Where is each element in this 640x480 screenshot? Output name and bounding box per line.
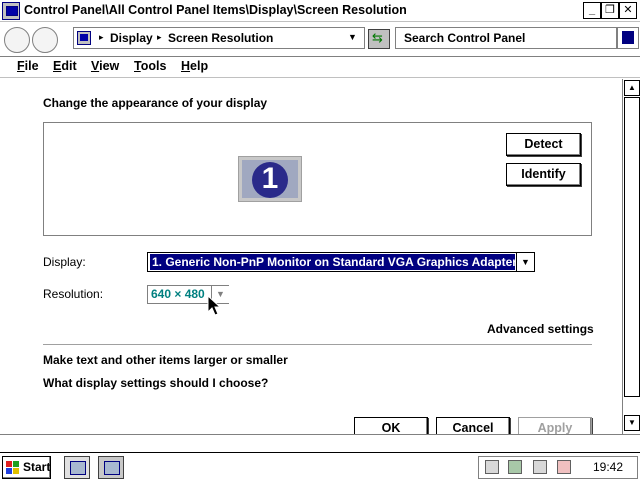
logo-blue xyxy=(6,468,12,474)
logo-green xyxy=(13,461,19,467)
title-bar[interactable]: Control Panel\All Control Panel Items\Di… xyxy=(0,0,640,22)
back-button[interactable] xyxy=(4,27,30,53)
detect-button[interactable]: Detect xyxy=(506,133,581,156)
search-icon[interactable] xyxy=(617,27,639,49)
menu-tools-accel: T xyxy=(134,59,141,73)
chevron-down-icon[interactable]: ▼ xyxy=(516,253,534,271)
taskbar-control-panel-icon[interactable] xyxy=(98,456,124,479)
menu-help-accel: H xyxy=(181,59,191,73)
scroll-down-icon[interactable]: ▼ xyxy=(624,415,640,431)
display-tray-icon[interactable] xyxy=(533,460,547,474)
monitor-number: 1 xyxy=(261,162,279,195)
display-dropdown[interactable]: 1. Generic Non-PnP Monitor on Standard V… xyxy=(147,252,535,272)
menu-edit-rest: dit xyxy=(61,59,77,73)
window-title: Control Panel\All Control Panel Items\Di… xyxy=(24,3,407,17)
display-settings-help-link[interactable]: What display settings should I choose? xyxy=(43,376,268,390)
address-dropdown-icon[interactable]: ▼ xyxy=(348,32,357,42)
menu-file-accel: F xyxy=(17,59,25,73)
refresh-icon[interactable] xyxy=(368,29,390,49)
menu-view-accel: V xyxy=(91,59,100,73)
taskbar-app-icon[interactable] xyxy=(64,456,90,479)
screen-resolution-panel: Change the appearance of your display 1 … xyxy=(0,79,622,440)
resolution-selected-value: 640 × 480 xyxy=(151,287,205,301)
logo-red xyxy=(6,461,12,467)
status-bar xyxy=(0,434,640,452)
breadcrumb-separator-icon[interactable]: ▸ xyxy=(157,32,162,43)
start-label: Start xyxy=(23,460,51,474)
breadcrumb-screen-resolution[interactable]: Screen Resolution xyxy=(168,31,273,45)
monitor-preview-area: 1 Detect Identify xyxy=(43,122,592,236)
windows-logo-icon xyxy=(6,461,20,474)
display-selected-value: 1. Generic Non-PnP Monitor on Standard V… xyxy=(150,254,515,270)
menu-help-rest: elp xyxy=(190,59,209,73)
menu-help[interactable]: Help xyxy=(181,59,208,73)
network-icon[interactable] xyxy=(508,460,522,474)
scroll-thumb[interactable] xyxy=(624,97,640,397)
logo-yellow xyxy=(13,468,19,474)
display-label: Display: xyxy=(43,255,86,269)
breadcrumb-separator-icon[interactable]: ▸ xyxy=(99,32,104,43)
mouse-cursor-icon xyxy=(207,295,221,316)
system-tray: 19:42 xyxy=(478,456,638,479)
monitor-screen: 1 xyxy=(242,160,298,198)
menu-edit[interactable]: Edit xyxy=(53,59,77,73)
menu-tools-rest: ools xyxy=(140,59,167,73)
restore-button[interactable]: ❐ xyxy=(601,2,619,19)
display-icon xyxy=(77,31,91,45)
navigation-bar: ▸ Display ▸ Screen Resolution ▼ Search C… xyxy=(0,23,640,57)
resolution-label: Resolution: xyxy=(43,287,104,301)
page-title: Change the appearance of your display xyxy=(43,96,268,110)
volume-muted-icon[interactable] xyxy=(557,460,571,474)
control-panel-icon xyxy=(2,2,20,20)
menu-file-rest: ile xyxy=(24,59,39,73)
search-input[interactable]: Search Control Panel xyxy=(395,27,617,49)
action-center-icon[interactable] xyxy=(485,460,499,474)
advanced-settings-link[interactable]: Advanced settings xyxy=(487,322,594,336)
start-button[interactable]: Start xyxy=(2,456,51,479)
address-bar[interactable]: ▸ Display ▸ Screen Resolution ▼ xyxy=(73,27,365,49)
divider xyxy=(43,344,592,345)
menu-bar: File Edit View Tools Help xyxy=(0,57,640,78)
minimize-button[interactable]: _ xyxy=(583,2,601,19)
scroll-up-icon[interactable]: ▲ xyxy=(624,80,640,96)
menu-file[interactable]: File xyxy=(17,59,39,73)
clock[interactable]: 19:42 xyxy=(593,460,623,474)
taskbar: Start 19:42 xyxy=(0,452,640,480)
menu-view-rest: iew xyxy=(99,59,120,73)
forward-button[interactable] xyxy=(32,27,58,53)
close-button[interactable]: ✕ xyxy=(619,2,637,19)
breadcrumb-display[interactable]: Display xyxy=(110,31,153,45)
search-placeholder: Search Control Panel xyxy=(404,31,526,45)
menu-view[interactable]: View xyxy=(91,59,119,73)
monitor-1-thumbnail[interactable]: 1 xyxy=(238,156,302,202)
identify-button[interactable]: Identify xyxy=(506,163,581,186)
menu-tools[interactable]: Tools xyxy=(134,59,166,73)
text-size-link[interactable]: Make text and other items larger or smal… xyxy=(43,353,288,367)
vertical-scrollbar[interactable]: ▲ ▼ xyxy=(622,79,640,434)
